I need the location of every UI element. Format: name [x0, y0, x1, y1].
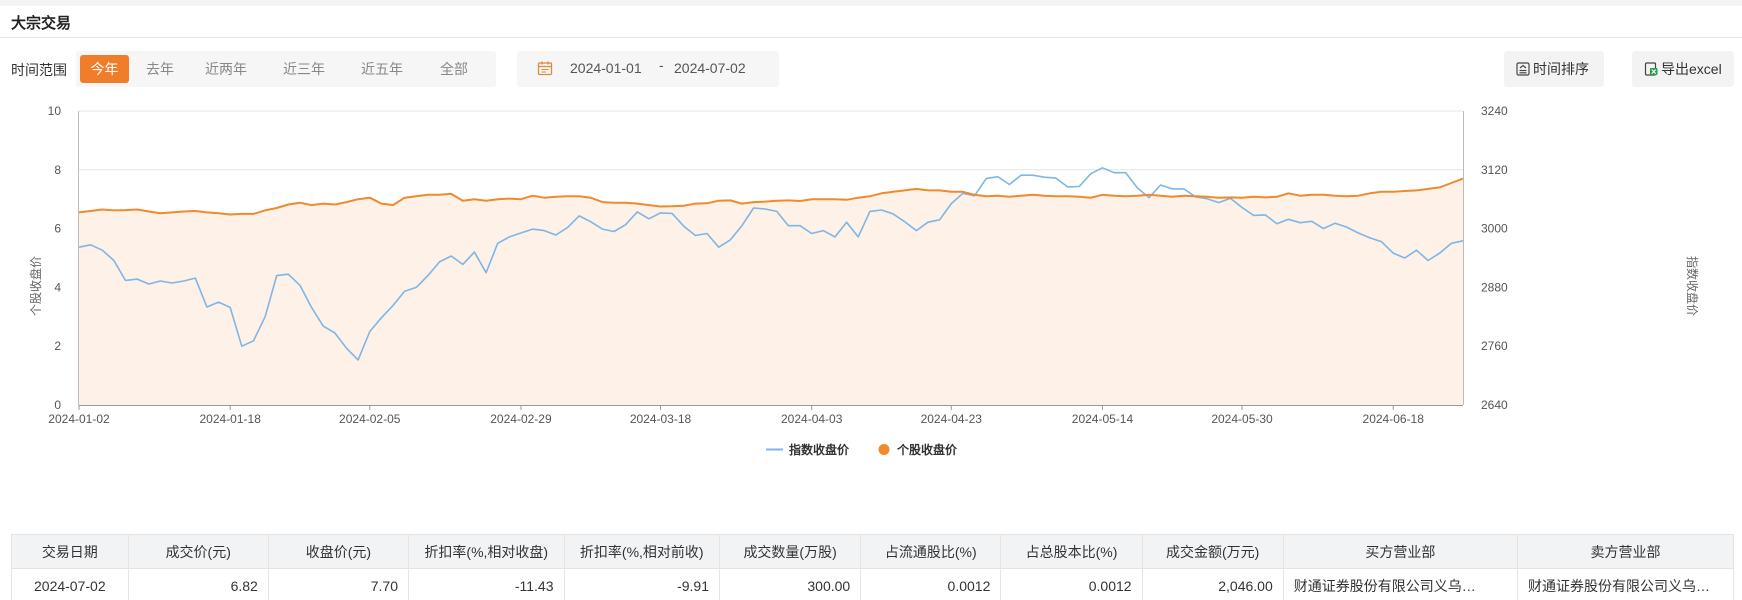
col-float-ratio: 占流通股比(%)	[860, 534, 1002, 569]
x-tick-label: 2024-01-18	[199, 412, 261, 426]
tab-all[interactable]: 全部	[429, 55, 479, 83]
tab-last-year[interactable]: 去年	[133, 55, 187, 83]
sort-icon	[1516, 62, 1530, 76]
date-separator: -	[659, 57, 664, 73]
tab-last-five-years[interactable]: 近五年	[350, 55, 414, 83]
title-divider	[0, 37, 1742, 38]
left-tick-label: 8	[54, 163, 61, 177]
legend-index-label: 指数收盘价	[789, 442, 850, 457]
tab-this-year[interactable]: 今年	[80, 55, 129, 83]
col-discount-prev: 折扣率(%,相对前收)	[563, 534, 721, 569]
tab-last-three-years[interactable]: 近三年	[272, 55, 336, 83]
cell-close-price: 7.70	[267, 568, 409, 600]
right-axis-title: 指数收盘价	[1685, 256, 1700, 316]
x-tick-label: 2024-06-18	[1363, 412, 1425, 426]
export-excel-label: 导出excel	[1661, 61, 1722, 77]
time-sort-button[interactable]: 时间排序	[1504, 51, 1604, 87]
legend-stock-label: 个股收盘价	[896, 442, 958, 457]
table-row: 2024-07-02 6.82 7.70 -11.43 -9.91 300.00…	[11, 568, 1734, 600]
right-tick-label: 3000	[1481, 222, 1508, 236]
cell-trade-price: 6.82	[127, 568, 269, 600]
time-sort-label: 时间排序	[1533, 61, 1589, 77]
time-range-label: 时间范围	[11, 62, 67, 78]
left-tick-label: 4	[54, 280, 61, 294]
cell-buyer: 财通证券股份有限公司义乌…	[1282, 568, 1519, 600]
stock-price-area	[79, 178, 1463, 405]
cell-amount: 2,046.00	[1141, 568, 1284, 600]
cell-volume: 300.00	[719, 568, 862, 600]
col-amount: 成交金额(万元)	[1141, 534, 1284, 569]
top-strip	[0, 0, 1742, 6]
excel-icon	[1644, 62, 1658, 76]
col-trade-price: 成交价(元)	[127, 534, 269, 569]
right-tick-label: 3240	[1481, 104, 1508, 118]
legend-stock-swatch	[878, 444, 890, 455]
left-tick-label: 6	[54, 222, 61, 236]
date-range-picker[interactable]: 2024-01-01 - 2024-07-02	[517, 51, 779, 87]
date-end-input[interactable]: 2024-07-02	[674, 60, 746, 76]
x-tick-label: 2024-05-14	[1072, 412, 1134, 426]
legend-item-stock[interactable]: 个股收盘价	[878, 442, 959, 457]
calendar-icon	[537, 61, 553, 76]
block-trade-table: 交易日期 成交价(元) 收盘价(元) 折扣率(%,相对收盘) 折扣率(%,相对前…	[11, 534, 1734, 600]
legend: 指数收盘价 个股收盘价	[766, 442, 958, 457]
cell-trade-date: 2024-07-02	[11, 568, 129, 600]
x-tick-label: 2024-05-30	[1211, 412, 1273, 426]
x-tick-label: 2024-01-02	[48, 412, 110, 426]
x-tick-label: 2024-02-29	[490, 412, 552, 426]
left-tick-label: 0	[54, 398, 61, 412]
cell-discount-close: -11.43	[407, 568, 565, 600]
left-tick-label: 10	[48, 104, 62, 118]
col-total-ratio: 占总股本比(%)	[1000, 534, 1143, 569]
right-tick-label: 2640	[1481, 398, 1508, 412]
x-tick-label: 2024-02-05	[339, 412, 401, 426]
right-tick-label: 2760	[1481, 339, 1508, 353]
tab-last-two-years[interactable]: 近两年	[194, 55, 258, 83]
export-excel-button[interactable]: 导出excel	[1632, 51, 1734, 87]
col-volume: 成交数量(万股)	[719, 534, 862, 569]
legend-item-index[interactable]: 指数收盘价	[766, 442, 850, 457]
cell-discount-prev: -9.91	[563, 568, 721, 600]
x-tick-label: 2024-04-23	[921, 412, 983, 426]
price-chart: 0 2640 2 2760 4 2880 6 3000 8 3120 10 3240 2024-01-0…	[28, 104, 1700, 457]
col-discount-close: 折扣率(%,相对收盘)	[407, 534, 565, 569]
cell-float-ratio: 0.0012	[860, 568, 1002, 600]
x-tick-label: 2024-03-18	[630, 412, 692, 426]
col-buyer: 买方营业部	[1282, 534, 1519, 569]
table-header-row: 交易日期 成交价(元) 收盘价(元) 折扣率(%,相对收盘) 折扣率(%,相对前…	[11, 534, 1734, 569]
date-start-input[interactable]: 2024-01-01	[570, 60, 642, 76]
x-tick-label: 2024-04-03	[781, 412, 843, 426]
section-title: 大宗交易	[11, 15, 72, 32]
col-close-price: 收盘价(元)	[267, 534, 409, 569]
col-trade-date: 交易日期	[11, 534, 129, 569]
cell-seller: 财通证券股份有限公司义乌…	[1517, 568, 1734, 600]
right-tick-label: 2880	[1481, 280, 1508, 294]
time-range-tabs: 今年 去年 近两年 近三年 近五年 全部	[76, 51, 496, 87]
col-seller: 卖方营业部	[1517, 534, 1734, 569]
left-tick-label: 2	[54, 339, 61, 353]
left-axis-title: 个股收盘价	[28, 256, 43, 316]
right-tick-label: 3120	[1481, 163, 1508, 177]
cell-total-ratio: 0.0012	[1000, 568, 1143, 600]
